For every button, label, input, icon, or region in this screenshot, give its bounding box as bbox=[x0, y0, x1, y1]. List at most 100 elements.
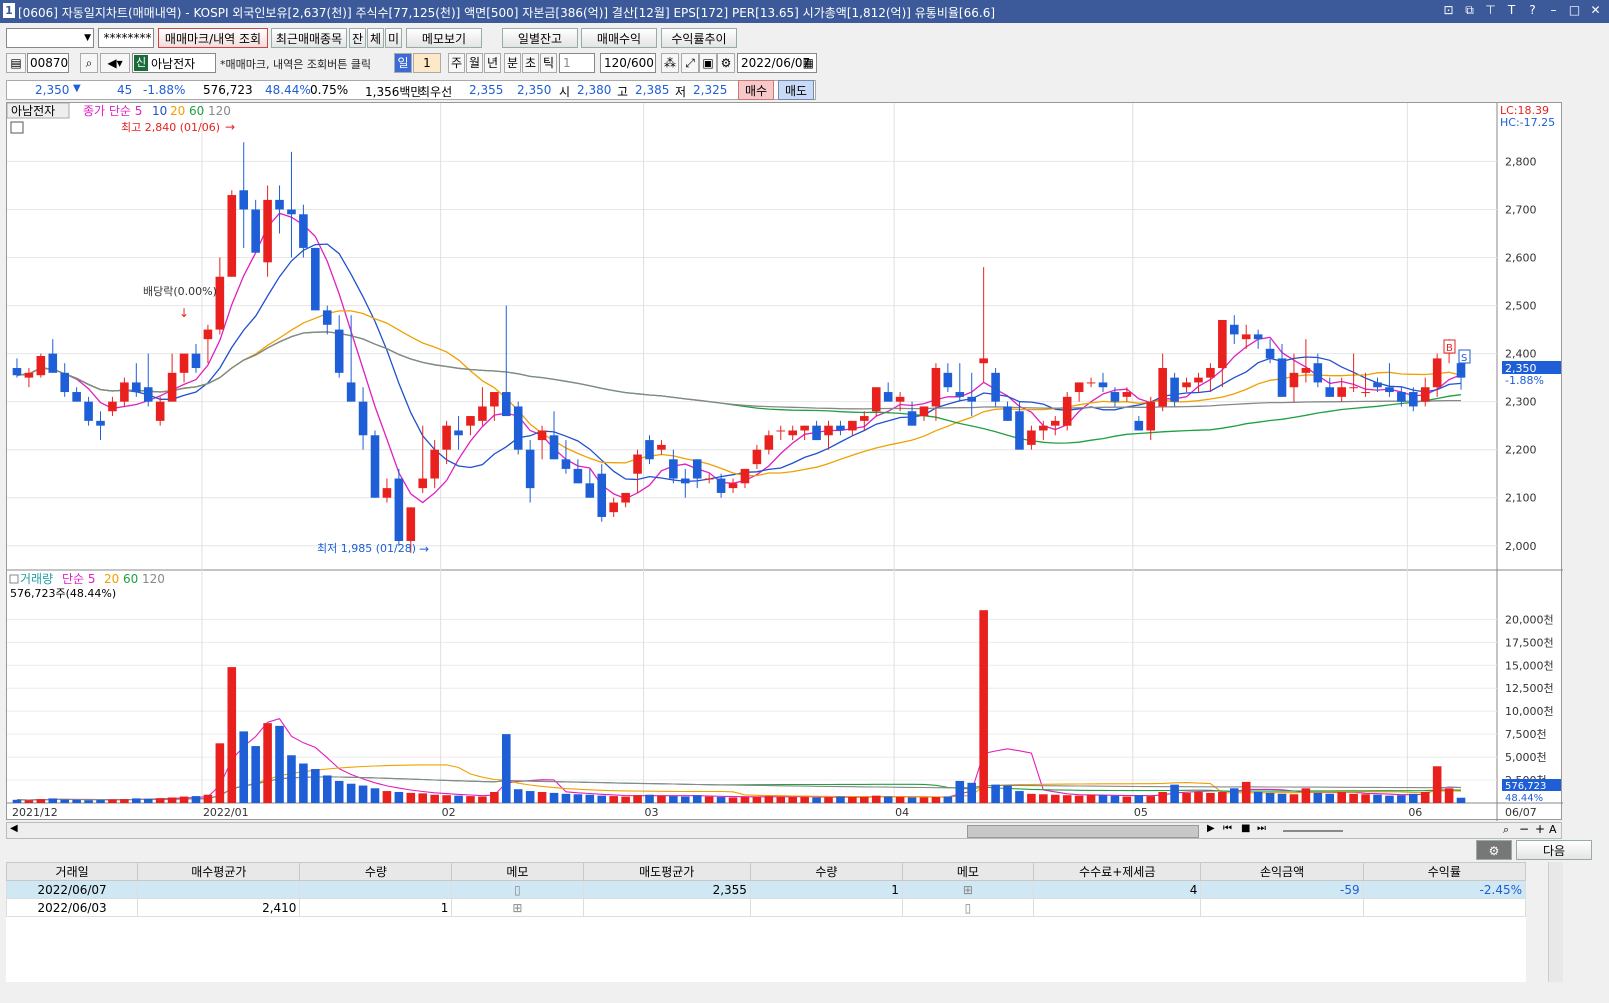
volume-bar[interactable] bbox=[215, 743, 225, 803]
volume-bar[interactable] bbox=[60, 799, 70, 803]
volume-bar[interactable] bbox=[776, 796, 786, 803]
volume-bar[interactable] bbox=[36, 799, 46, 803]
candle-body[interactable] bbox=[645, 440, 654, 460]
volume-bar[interactable] bbox=[1050, 794, 1060, 803]
candle-body[interactable] bbox=[633, 454, 642, 474]
volume-bar[interactable] bbox=[454, 795, 463, 803]
volume-bar[interactable] bbox=[1039, 794, 1048, 803]
candle-body[interactable] bbox=[1122, 392, 1132, 397]
candle-body[interactable] bbox=[1027, 430, 1036, 445]
candle-body[interactable] bbox=[382, 488, 392, 498]
volume-bar[interactable] bbox=[895, 797, 905, 803]
candle-body[interactable] bbox=[1098, 382, 1108, 388]
volume-bar[interactable] bbox=[871, 795, 881, 803]
trade-profit-button[interactable]: 매매수익 bbox=[581, 28, 657, 48]
volume-bar[interactable] bbox=[1194, 791, 1203, 803]
volume-bar[interactable] bbox=[907, 797, 917, 803]
candle-body[interactable] bbox=[680, 478, 690, 484]
chart-scrollbar[interactable]: ◀ ▶ ⏮ ■ ⏭ ⌕ − + A bbox=[6, 822, 1562, 839]
volume-bar[interactable] bbox=[132, 798, 141, 803]
candle-body[interactable] bbox=[478, 406, 487, 421]
next-button[interactable]: 다음 bbox=[1516, 840, 1592, 860]
volume-bar[interactable] bbox=[490, 791, 499, 803]
table-row[interactable]: 2022/06/03 2,410 1 ⊞ ▯ bbox=[5, 898, 1527, 917]
candle-body[interactable] bbox=[311, 247, 320, 311]
volume-bar[interactable] bbox=[12, 799, 22, 803]
candle-body[interactable] bbox=[60, 372, 70, 393]
vol-legend-volume[interactable]: 거래량 bbox=[20, 572, 53, 586]
candle-body[interactable] bbox=[263, 199, 272, 263]
candle-body[interactable] bbox=[800, 425, 809, 431]
volume-bar[interactable] bbox=[418, 793, 428, 803]
volume-bar[interactable] bbox=[919, 797, 929, 803]
candle-body[interactable] bbox=[108, 401, 117, 412]
memo-icon[interactable]: ▯ bbox=[451, 880, 584, 899]
sell-mark[interactable]: S bbox=[1461, 353, 1467, 364]
volume-bar[interactable] bbox=[633, 795, 642, 803]
table-icon[interactable] bbox=[10, 121, 24, 134]
speaker-icon[interactable]: ◀▾ bbox=[100, 53, 130, 73]
zoom-slider[interactable] bbox=[1283, 830, 1343, 832]
candle-body[interactable] bbox=[836, 425, 845, 431]
volume-bar[interactable] bbox=[812, 797, 821, 803]
volume-bar[interactable] bbox=[346, 783, 356, 803]
candle-body[interactable] bbox=[537, 430, 547, 441]
volume-bar[interactable] bbox=[836, 796, 845, 803]
volume-bar[interactable] bbox=[1444, 788, 1454, 803]
maximize-icon[interactable]: □ bbox=[1567, 3, 1582, 18]
candle-body[interactable] bbox=[406, 507, 416, 541]
candle-body[interactable] bbox=[1337, 387, 1346, 397]
volume-bar[interactable] bbox=[537, 791, 547, 803]
candle-body[interactable] bbox=[1289, 372, 1299, 388]
stock-code-input[interactable]: 008700 bbox=[27, 53, 69, 73]
volume-bar[interactable] bbox=[1074, 795, 1084, 803]
volume-bar[interactable] bbox=[1313, 792, 1323, 803]
volume-bar[interactable] bbox=[1420, 791, 1430, 803]
candle-body[interactable] bbox=[466, 416, 475, 426]
candle-body[interactable] bbox=[1086, 382, 1096, 384]
period-day-button[interactable]: 일 bbox=[394, 53, 412, 73]
candle-body[interactable] bbox=[1301, 368, 1311, 373]
period-second-button[interactable]: 초 bbox=[522, 53, 539, 73]
candle-body[interactable] bbox=[573, 468, 583, 484]
gear-icon[interactable]: ⚙ bbox=[717, 53, 735, 73]
volume-bar[interactable] bbox=[645, 794, 654, 803]
volume-bar[interactable] bbox=[979, 610, 988, 803]
candle-body[interactable] bbox=[561, 459, 571, 469]
legend-ma120[interactable]: 120 bbox=[208, 104, 231, 118]
candle-body[interactable] bbox=[931, 368, 941, 407]
candle-body[interactable] bbox=[513, 406, 523, 450]
candle-body[interactable] bbox=[1241, 334, 1251, 340]
candle-body[interactable] bbox=[585, 483, 595, 498]
candle-body[interactable] bbox=[979, 358, 988, 364]
link-icon[interactable]: ⊡ bbox=[1441, 3, 1456, 18]
candle-body[interactable] bbox=[299, 214, 308, 248]
profit-trend-button[interactable]: 수익률추이 bbox=[661, 28, 737, 48]
table-row[interactable]: 2022/06/07 ▯ 2,355 1 ⊞ 4 -59 -2.45% bbox=[5, 880, 1527, 899]
col-pnl[interactable]: 손익금액 bbox=[1200, 862, 1364, 881]
candle-body[interactable] bbox=[120, 382, 129, 402]
candle-body[interactable] bbox=[1003, 406, 1012, 421]
candle-body[interactable] bbox=[36, 356, 46, 376]
period-year-button[interactable]: 년 bbox=[484, 53, 501, 73]
candle-body[interactable] bbox=[967, 396, 977, 402]
stop-icon[interactable]: ■ bbox=[1241, 823, 1250, 834]
period-minute-button[interactable]: 분 bbox=[504, 53, 521, 73]
volume-bar[interactable] bbox=[955, 780, 965, 803]
volume-bar[interactable] bbox=[406, 792, 416, 803]
volume-bar[interactable] bbox=[203, 794, 213, 803]
volume-bar[interactable] bbox=[1408, 793, 1418, 803]
volume-bar[interactable] bbox=[573, 794, 583, 803]
volume-bar[interactable] bbox=[549, 792, 559, 803]
period-week-button[interactable]: 주 bbox=[448, 53, 465, 73]
candle-body[interactable] bbox=[1349, 387, 1358, 389]
vol-legend-ma5[interactable]: 단순 5 bbox=[62, 572, 96, 586]
volume-bar[interactable] bbox=[311, 769, 320, 803]
memo-icon[interactable]: ▯ bbox=[901, 898, 1035, 917]
buy-button[interactable]: 매수 bbox=[738, 80, 774, 100]
volume-bar[interactable] bbox=[155, 798, 165, 803]
volume-bar[interactable] bbox=[1134, 795, 1144, 803]
candle-body[interactable] bbox=[669, 459, 678, 479]
candle-body[interactable] bbox=[1062, 396, 1072, 426]
volume-bar[interactable] bbox=[1337, 791, 1346, 803]
